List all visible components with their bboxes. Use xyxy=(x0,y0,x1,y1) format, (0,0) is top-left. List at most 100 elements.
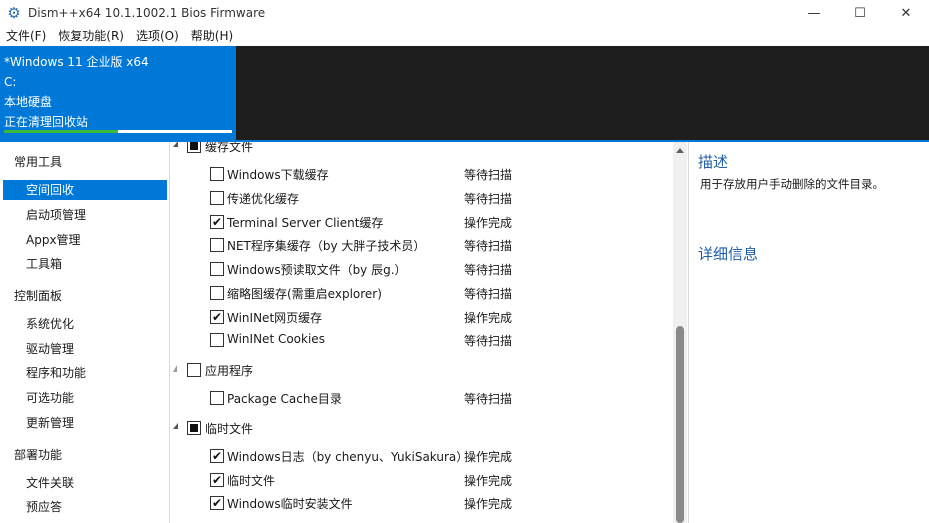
sidebar-group-common-tools[interactable]: 常用工具 xyxy=(14,153,62,170)
sidebar-item-file-associations[interactable]: 文件关联 xyxy=(3,473,167,493)
menu-restore[interactable]: 恢复功能(R) xyxy=(52,26,130,46)
item-label: Package Cache目录 xyxy=(227,392,342,406)
item-label: NET程序集缓存（by 大胖子技术员） xyxy=(227,239,426,253)
window-controls: — ☐ ✕ xyxy=(791,0,929,26)
menu-bar: 文件(F) 恢复功能(R) 选项(O) 帮助(H) xyxy=(0,26,929,46)
list-item[interactable]: NET程序集缓存（by 大胖子技术员） 等待扫描 xyxy=(171,234,673,256)
scroll-up-arrow-icon[interactable] xyxy=(676,148,684,153)
menu-file[interactable]: 文件(F) xyxy=(0,26,52,46)
item-checkbox[interactable] xyxy=(210,333,224,347)
group-label: 应用程序 xyxy=(205,364,254,378)
group-checkbox[interactable] xyxy=(187,421,201,435)
item-checkbox[interactable] xyxy=(210,238,224,252)
item-checkbox[interactable]: ✔ xyxy=(210,473,224,487)
image-drive: C: xyxy=(4,75,17,89)
item-status: 操作完成 xyxy=(464,216,513,230)
item-checkbox[interactable]: ✔ xyxy=(210,496,224,510)
list-item[interactable]: Windows下载缓存 等待扫描 xyxy=(171,163,673,185)
item-checkbox[interactable] xyxy=(210,391,224,405)
expand-triangle-icon[interactable] xyxy=(173,423,178,429)
item-label: 传递优化缓存 xyxy=(227,192,300,206)
gear-icon: ⚙ xyxy=(7,4,21,22)
item-status: 等待扫描 xyxy=(464,192,513,206)
menu-help[interactable]: 帮助(H) xyxy=(185,26,239,46)
image-disk: 本地硬盘 xyxy=(4,95,53,109)
item-checkbox[interactable] xyxy=(210,167,224,181)
list-item[interactable]: WinINet Cookies 等待扫描 xyxy=(171,329,673,351)
item-label: WinINet Cookies xyxy=(227,332,325,346)
details-panel: 描述 用于存放用户手动删除的文件目录。 详细信息 xyxy=(688,142,929,523)
close-button[interactable]: ✕ xyxy=(883,0,929,26)
sidebar-item-programs[interactable]: 程序和功能 xyxy=(3,363,167,383)
list-group[interactable]: 应用程序 xyxy=(171,359,673,381)
group-label: 临时文件 xyxy=(205,422,254,436)
item-label: Windows预读取文件（by 辰g.） xyxy=(227,263,407,277)
sidebar-item-updates[interactable]: 更新管理 xyxy=(3,413,167,433)
group-checkbox[interactable] xyxy=(187,142,201,153)
image-name: *Windows 11 企业版 x64 xyxy=(4,55,149,69)
item-checkbox[interactable]: ✔ xyxy=(210,449,224,463)
item-checkbox[interactable] xyxy=(210,262,224,276)
item-label: Terminal Server Client缓存 xyxy=(227,216,384,230)
collapse-triangle-icon[interactable] xyxy=(173,365,177,372)
item-status: 操作完成 xyxy=(464,450,513,464)
sidebar-item-optional-features[interactable]: 可选功能 xyxy=(3,388,167,408)
sidebar-item-system-optimize[interactable]: 系统优化 xyxy=(3,314,167,334)
sidebar-item-answer-file[interactable]: 预应答 xyxy=(3,497,167,517)
list-item[interactable]: Package Cache目录 等待扫描 xyxy=(171,387,673,409)
sidebar-item-space-recovery[interactable]: 空间回收 xyxy=(3,180,167,200)
image-status: 正在清理回收站 xyxy=(4,115,89,129)
title-bar: ⚙ Dism++x64 10.1.1002.1 Bios Firmware — … xyxy=(0,0,929,26)
group-checkbox[interactable] xyxy=(187,363,201,377)
sidebar-item-appx[interactable]: Appx管理 xyxy=(3,230,167,250)
item-label: Windows下载缓存 xyxy=(227,168,329,182)
description-text: 用于存放用户手动删除的文件目录。 xyxy=(700,177,884,191)
scroll-thumb[interactable] xyxy=(676,326,684,523)
list-group[interactable]: 缓存文件 xyxy=(171,142,673,157)
item-status: 等待扫描 xyxy=(464,392,513,406)
sidebar-group-control-panel[interactable]: 控制面板 xyxy=(14,287,62,304)
item-label: 临时文件 xyxy=(227,474,276,488)
item-status: 等待扫描 xyxy=(464,168,513,182)
sidebar-item-startup[interactable]: 启动项管理 xyxy=(3,205,167,225)
list-item[interactable]: ✔ 临时文件 操作完成 xyxy=(171,469,673,491)
item-status: 等待扫描 xyxy=(464,334,513,348)
item-status: 操作完成 xyxy=(464,474,513,488)
expand-triangle-icon[interactable] xyxy=(173,142,178,147)
item-checkbox[interactable]: ✔ xyxy=(210,215,224,229)
list-item[interactable]: 传递优化缓存 等待扫描 xyxy=(171,187,673,209)
item-status: 等待扫描 xyxy=(464,263,513,277)
minimize-button[interactable]: — xyxy=(791,0,837,26)
item-label: Windows日志（by chenyu、YukiSakura） xyxy=(227,450,469,464)
sidebar-item-toolbox[interactable]: 工具箱 xyxy=(3,254,167,274)
window-title: Dism++x64 10.1.1002.1 Bios Firmware xyxy=(28,6,266,20)
item-status: 操作完成 xyxy=(464,497,513,511)
progress-bar xyxy=(4,130,232,133)
item-status: 操作完成 xyxy=(464,311,513,325)
item-checkbox[interactable]: ✔ xyxy=(210,310,224,324)
list-item[interactable]: Windows预读取文件（by 辰g.） 等待扫描 xyxy=(171,258,673,280)
list-item[interactable]: ✔ Windows日志（by chenyu、YukiSakura） 操作完成 xyxy=(171,445,673,467)
description-title: 描述 xyxy=(698,153,729,171)
sidebar-group-deployment[interactable]: 部署功能 xyxy=(14,446,62,463)
list-scrollbar[interactable] xyxy=(673,142,687,523)
sidebar: 常用工具 空间回收 启动项管理 Appx管理 工具箱 控制面板 系统优化 驱动管… xyxy=(0,142,170,523)
item-checkbox[interactable] xyxy=(210,191,224,205)
maximize-button[interactable]: ☐ xyxy=(837,0,883,26)
image-session-card[interactable]: *Windows 11 企业版 x64 C: 本地硬盘 正在清理回收站 xyxy=(0,46,236,140)
sidebar-item-drivers[interactable]: 驱动管理 xyxy=(3,339,167,359)
item-label: WinINet网页缓存 xyxy=(227,311,323,325)
list-item[interactable]: ✔ Windows临时安装文件 操作完成 xyxy=(171,492,673,514)
list-item[interactable]: ✔ WinINet网页缓存 操作完成 xyxy=(171,306,673,328)
group-label: 缓存文件 xyxy=(205,142,254,154)
item-checkbox[interactable] xyxy=(210,286,224,300)
list-item[interactable]: 缩略图缓存(需重启explorer) 等待扫描 xyxy=(171,282,673,304)
item-label: 缩略图缓存(需重启explorer) xyxy=(227,287,382,301)
item-status: 等待扫描 xyxy=(464,287,513,301)
header: *Windows 11 企业版 x64 C: 本地硬盘 正在清理回收站 xyxy=(0,46,929,142)
menu-options[interactable]: 选项(O) xyxy=(130,26,185,46)
list-item[interactable]: ✔ Terminal Server Client缓存 操作完成 xyxy=(171,211,673,233)
list-group[interactable]: 临时文件 xyxy=(171,417,673,439)
progress-fill xyxy=(4,130,118,133)
cleanup-list: 缓存文件 Windows下载缓存 等待扫描 传递优化缓存 等待扫描 ✔ Term… xyxy=(171,142,673,523)
